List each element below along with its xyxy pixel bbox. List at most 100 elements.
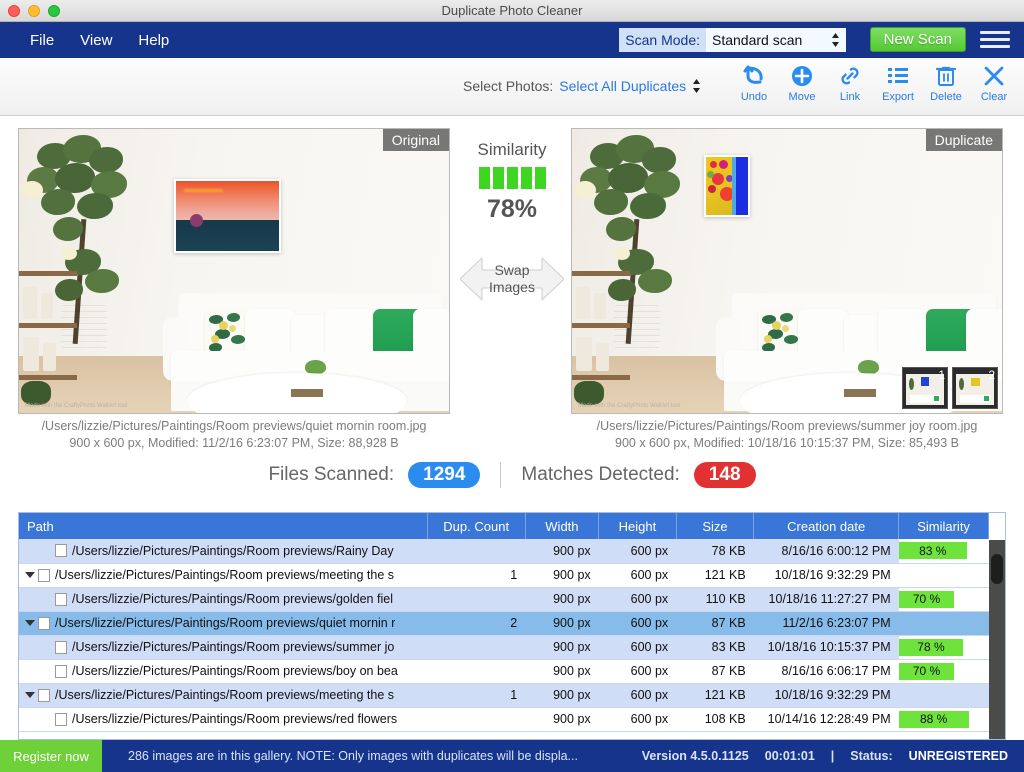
toolbar-actions: Undo Move Link Export Delete Clear — [730, 62, 1018, 103]
column-header-dup-count[interactable]: Dup. Count — [427, 513, 526, 539]
undo-label: Undo — [740, 91, 768, 103]
cell-path: /Users/lizzie/Pictures/Paintings/Room pr… — [19, 539, 428, 564]
matches-detected-label: Matches Detected: — [521, 464, 680, 485]
table-row[interactable]: /Users/lizzie/Pictures/Paintings/Room pr… — [19, 707, 989, 732]
table-row[interactable]: /Users/lizzie/Pictures/Paintings/Room pr… — [19, 683, 989, 708]
table-row[interactable]: /Users/lizzie/Pictures/Paintings/Room pr… — [19, 587, 989, 612]
move-button[interactable]: Move — [778, 62, 826, 103]
table-row[interactable]: /Users/lizzie/Pictures/Paintings/Room pr… — [19, 563, 989, 588]
swap-images-button[interactable]: Swap Images — [460, 250, 564, 308]
trash-icon — [935, 62, 957, 90]
swap-images-label: Swap Images — [489, 262, 535, 296]
original-photo-panel[interactable]: Original Made with the CraftyPrints Wall… — [18, 128, 450, 414]
photo-watermark: Made with the CraftyPrints WallArt tool — [578, 403, 681, 409]
cell-height: 600 px — [598, 539, 677, 564]
column-header-width[interactable]: Width — [525, 513, 600, 539]
register-now-button[interactable]: Register now — [0, 740, 102, 772]
status-info-group: Version 4.5.0.1125 00:01:01 | Status: UN… — [642, 749, 1008, 763]
clear-button[interactable]: Clear — [970, 62, 1018, 103]
thumbnail-number: 1 — [938, 368, 945, 382]
cell-width: 900 px — [525, 539, 599, 564]
similarity-percent: 78% — [486, 195, 538, 223]
menu-item-help[interactable]: Help — [138, 32, 169, 49]
column-header-path[interactable]: Path — [19, 513, 428, 539]
scan-stats: Files Scanned: 1294 Matches Detected: 14… — [0, 456, 1024, 494]
select-photos-value[interactable]: Select All Duplicates — [559, 78, 686, 94]
row-checkbox[interactable] — [38, 568, 50, 582]
status-value: UNREGISTERED — [908, 749, 1008, 763]
row-checkbox[interactable] — [55, 640, 67, 654]
table-row[interactable]: /Users/lizzie/Pictures/Paintings/Room pr… — [19, 539, 989, 564]
export-button[interactable]: Export — [874, 62, 922, 103]
table-scrollbar-thumb[interactable] — [991, 554, 1003, 584]
duplicate-photo-panel[interactable]: Duplicate Made with the CraftyPrints Wal… — [571, 128, 1003, 414]
table-row[interactable]: /Users/lizzie/Pictures/Paintings/Room pr… — [19, 659, 989, 684]
row-checkbox[interactable] — [55, 592, 67, 606]
table-scrollbar[interactable] — [989, 540, 1005, 739]
select-photos-label: Select Photos: — [463, 78, 554, 94]
cell-dup-count — [427, 587, 526, 612]
row-checkbox[interactable] — [55, 712, 67, 726]
table-row[interactable]: /Users/lizzie/Pictures/Paintings/Room pr… — [19, 635, 989, 660]
expander-triangle-icon[interactable] — [25, 692, 35, 698]
cell-path: /Users/lizzie/Pictures/Paintings/Room pr… — [19, 635, 428, 660]
matches-detected-value: 148 — [693, 462, 756, 488]
cell-size: 87 KB — [676, 611, 754, 636]
duplicate-meta: 900 x 600 px, Modified: 10/18/16 10:15:3… — [615, 436, 959, 450]
link-label: Link — [839, 91, 861, 103]
expander-triangle-icon[interactable] — [25, 620, 35, 626]
original-path: /Users/lizzie/Pictures/Paintings/Room pr… — [41, 419, 427, 433]
similarity-cell-background: 83 % — [898, 539, 989, 562]
wall-shelf — [572, 271, 630, 411]
row-checkbox[interactable] — [55, 664, 67, 678]
expander-triangle-icon[interactable] — [25, 572, 35, 578]
app-window: Duplicate Photo Cleaner File View Help S… — [0, 0, 1024, 772]
select-photos-control[interactable]: Select Photos: Select All Duplicates — [463, 78, 701, 94]
hamburger-menu-icon[interactable] — [980, 31, 1010, 48]
column-header-height[interactable]: Height — [598, 513, 677, 539]
menu-item-file[interactable]: File — [30, 32, 54, 49]
scan-mode-value: Standard scan — [712, 32, 803, 48]
cell-creation-date: 8/16/16 6:00:12 PM — [753, 539, 899, 564]
status-label: Status: — [850, 749, 893, 763]
duplicate-photo-image: Made with the CraftyPrints WallArt tool … — [572, 129, 1002, 413]
duplicate-caption: /Users/lizzie/Pictures/Paintings/Room pr… — [561, 418, 1013, 452]
thumbnail-1[interactable]: 1 — [902, 367, 948, 409]
cell-path: /Users/lizzie/Pictures/Paintings/Room pr… — [19, 659, 428, 684]
list-export-icon — [886, 62, 910, 90]
delete-button[interactable]: Delete — [922, 62, 970, 103]
cell-size: 83 KB — [676, 635, 754, 660]
column-header-creation-date[interactable]: Creation date — [753, 513, 900, 539]
row-checkbox[interactable] — [38, 688, 50, 702]
delete-label: Delete — [930, 91, 962, 103]
chevron-up-down-icon[interactable] — [692, 78, 701, 94]
table-row[interactable]: /Users/lizzie/Pictures/Paintings/Room pr… — [19, 611, 989, 636]
undo-button[interactable]: Undo — [730, 62, 778, 103]
cell-similarity: 70 % — [898, 659, 989, 684]
cell-dup-count: 1 — [427, 563, 526, 588]
cell-similarity: 78 % — [898, 635, 989, 660]
new-scan-button[interactable]: New Scan — [869, 27, 966, 52]
column-header-similarity[interactable]: Similarity — [898, 513, 989, 539]
scan-mode-label: Scan Mode: — [619, 28, 706, 52]
cell-creation-date: 10/18/16 10:15:37 PM — [753, 635, 899, 660]
cell-height: 600 px — [598, 587, 677, 612]
menu-item-view[interactable]: View — [80, 32, 112, 49]
row-checkbox[interactable] — [38, 616, 50, 630]
cell-creation-date: 10/18/16 9:32:29 PM — [753, 683, 899, 708]
thumbnail-2[interactable]: 2 — [952, 367, 998, 409]
menu-item-group: File View Help — [30, 32, 169, 49]
similarity-cell-background: 70 % — [898, 659, 989, 682]
results-table[interactable]: Path Dup. Count Width Height Size Creati… — [18, 512, 1006, 740]
chevron-up-down-icon — [831, 32, 840, 48]
link-button[interactable]: Link — [826, 62, 874, 103]
scan-mode-control[interactable]: Scan Mode: Standard scan — [619, 28, 846, 52]
scan-mode-select[interactable]: Standard scan — [706, 28, 846, 52]
similarity-cell-background: 78 % — [898, 635, 989, 658]
row-checkbox[interactable] — [55, 544, 67, 558]
undo-icon — [741, 62, 767, 90]
cell-path: /Users/lizzie/Pictures/Paintings/Room pr… — [19, 611, 428, 636]
files-scanned-label: Files Scanned: — [268, 464, 395, 485]
cell-creation-date: 10/14/16 12:28:49 PM — [753, 707, 899, 732]
column-header-size[interactable]: Size — [676, 513, 755, 539]
